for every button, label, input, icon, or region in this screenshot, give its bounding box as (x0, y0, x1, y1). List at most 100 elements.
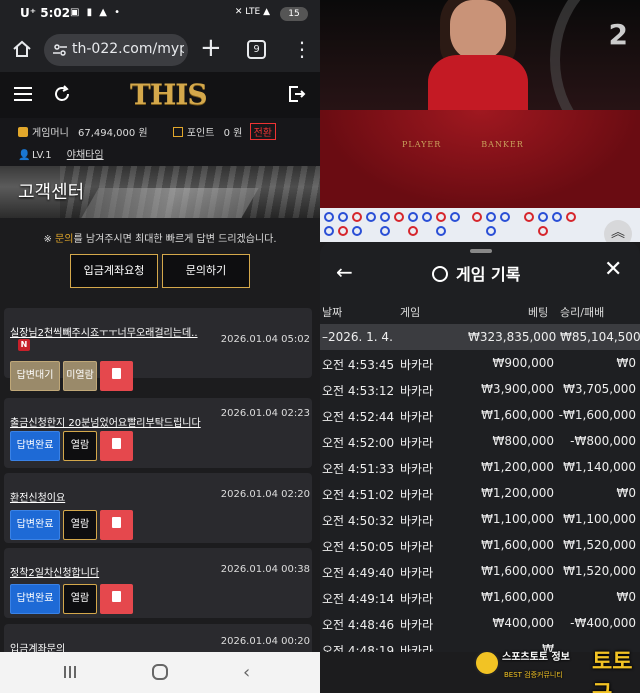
table-row[interactable]: 오전 4:49:14 바카라 ₩1,600,000 ₩0 (320, 584, 640, 610)
hamburger-menu-icon[interactable] (14, 86, 32, 102)
site-logo[interactable]: THIS (130, 78, 208, 111)
notice-section: ※ 문의를 남겨주시면 최대한 빠르게 답변 드리겠습니다. 입금계좌요청 문의… (0, 218, 320, 302)
new-tab-icon[interactable]: + (200, 34, 222, 62)
row-bet: ₩1,200,000 (481, 486, 554, 500)
address-bar[interactable]: th-022.com/mypa (44, 34, 188, 66)
status-badge: 답변완료 (10, 584, 60, 614)
home-button-icon[interactable] (152, 664, 168, 680)
road-dot (486, 212, 496, 222)
inquiry-date: 2026.01.04 02:20 (220, 489, 310, 500)
toto-watermark: 스포츠토토 정보 토토군 BEST 검증커뮤니티 (474, 648, 634, 693)
read-badge: 열람 (63, 510, 97, 540)
list-item[interactable]: 실장님2천씩빼주시죠ㅜㅜ너무오래걸리는데.. N 2026.01.04 05:0… (4, 308, 312, 391)
point-gift-icon (172, 127, 183, 137)
col-game: 게임 (400, 306, 421, 319)
table-row[interactable]: 오전 4:51:33 바카라 ₩1,200,000 ₩1,140,000 (320, 454, 640, 480)
road-dot (538, 212, 548, 222)
home-icon[interactable] (12, 39, 32, 59)
table-row[interactable]: 오전 4:53:12 바카라 ₩3,900,000 ₩3,705,000 (320, 376, 640, 402)
chevron-up-icon[interactable]: ︽ (604, 220, 632, 242)
level-row: 👤 LV.1 야채타임 (18, 146, 104, 161)
road-dot (324, 226, 334, 236)
sheet-drag-handle[interactable] (470, 249, 492, 253)
more-menu-icon[interactable]: ⋮ (292, 38, 312, 60)
site-settings-icon[interactable] (52, 42, 68, 58)
table-row[interactable]: 오전 4:49:40 바카라 ₩1,600,000 ₩1,520,000 (320, 558, 640, 584)
new-badge: N (18, 339, 30, 351)
delete-button[interactable] (100, 361, 133, 391)
back-arrow-icon[interactable]: ← (336, 260, 353, 284)
list-item[interactable]: 정착2일차신청합니다 2026.01.04 00:38 답변완료 열람 (4, 548, 312, 618)
road-dot (338, 212, 348, 222)
row-time: 오전 4:51:02 (322, 488, 395, 502)
game-money-icon (18, 127, 28, 137)
notice-text: ※ 문의를 남겨주시면 최대한 빠르게 답변 드리겠습니다. (43, 234, 277, 245)
road-dot (324, 212, 334, 222)
inquiry-subject[interactable]: 실장님2천씩빼주시죠ㅜㅜ너무오래걸리는데.. (10, 324, 198, 339)
browser-toolbar: th-022.com/mypa + 9 ⋮ (0, 28, 320, 72)
history-title: 게임 기록 (432, 261, 520, 285)
screenshot-stage: U⁺ 5:02 ▣ ▮ ▲ • ✕ LTE ▲ 15 th-022.com/my… (0, 0, 640, 693)
inquiry-subject[interactable]: 출금신청한지 20분넘었어요빨리부탁드립니다 (10, 414, 201, 429)
road-dot (394, 212, 404, 222)
inquiry-subject[interactable]: 환전신청이요 (10, 489, 65, 504)
page-title: 고객센터 (18, 182, 85, 203)
row-win-loss: ₩0 (616, 486, 637, 500)
tab-switcher-button[interactable]: 9 (247, 40, 266, 59)
watermark-line1: 스포츠토토 정보 (502, 652, 570, 663)
row-time: 오전 4:50:32 (322, 514, 395, 528)
table-row[interactable]: 오전 4:50:32 바카라 ₩1,100,000 ₩1,100,000 (320, 506, 640, 532)
table-row[interactable]: 오전 4:48:46 바카라 ₩400,000 -₩400,000 (320, 610, 640, 636)
row-win-loss: ₩3,705,000 (563, 382, 636, 396)
summary-win-loss: ₩85,104,500 (560, 330, 640, 344)
trash-icon (112, 368, 121, 379)
row-win-loss: -₩400,000 (570, 616, 636, 630)
game-history-sheet: ← 게임 기록 ✕ 날짜 게임 베팅 승리/패배 –2026. 1. 4. ₩3… (320, 242, 640, 693)
row-time: 오전 4:48:46 (322, 618, 395, 632)
convert-button[interactable]: 전환 (249, 123, 276, 140)
row-time: 오전 4:52:44 (322, 410, 395, 424)
delete-button[interactable] (100, 510, 133, 540)
table-row[interactable]: 오전 4:52:00 바카라 ₩800,000 -₩800,000 (320, 428, 640, 454)
watermark-brand: 토토군 (592, 650, 633, 693)
summary-bet: ₩323,835,000 (468, 330, 557, 344)
row-game: 바카라 (400, 540, 434, 554)
road-dot (352, 212, 362, 222)
game-money-label: 게임머니 (32, 128, 69, 139)
row-time: 오전 4:53:45 (322, 358, 395, 372)
back-icon[interactable]: ‹ (243, 662, 250, 683)
watermark-line2: BEST 검증커뮤니티 (504, 671, 563, 679)
recent-apps-icon[interactable] (62, 664, 78, 680)
date-summary-row[interactable]: –2026. 1. 4. ₩323,835,000 ₩85,104,500 (320, 324, 640, 350)
table-row[interactable]: 오전 4:50:05 바카라 ₩1,600,000 ₩1,520,000 (320, 532, 640, 558)
bead-road: ︽ (320, 208, 640, 242)
row-bet: ₩1,600,000 (481, 564, 554, 578)
road-dot (500, 212, 510, 222)
list-item[interactable]: 입금계좌문의 2026.01.04 00:20 (4, 624, 312, 652)
deposit-account-request-button[interactable]: 입금계좌요청 (70, 254, 158, 288)
row-time: 오전 4:49:14 (322, 592, 395, 606)
inquiry-subject[interactable]: 입금계좌문의 (10, 640, 65, 652)
point-label: 포인트 (186, 128, 215, 139)
user-nickname[interactable]: 야채타임 (67, 150, 104, 161)
signal-icons: ✕ LTE ▲ (234, 7, 270, 17)
list-item[interactable]: 환전신청이요 2026.01.04 02:20 답변완료 열람 (4, 473, 312, 543)
inquiry-button[interactable]: 문의하기 (162, 254, 250, 288)
trash-icon (112, 438, 121, 449)
table-row[interactable]: 오전 4:52:44 바카라 ₩1,600,000 -₩1,600,000 (320, 402, 640, 428)
row-win-loss: ₩1,520,000 (563, 538, 636, 552)
live-casino-video: PLAYER BANKER 2 (320, 0, 640, 208)
table-row[interactable]: 오전 4:51:02 바카라 ₩1,200,000 ₩0 (320, 480, 640, 506)
close-icon[interactable]: ✕ (604, 257, 622, 282)
table-row[interactable]: 오전 4:53:45 바카라 ₩900,000 ₩0 (320, 350, 640, 376)
inquiry-date: 2026.01.04 00:38 (220, 564, 310, 575)
logout-icon[interactable] (288, 85, 306, 103)
inquiry-date: 2026.01.04 00:20 (220, 636, 310, 647)
row-bet: ₩1,600,000 (481, 408, 554, 422)
delete-button[interactable] (100, 431, 133, 461)
refresh-icon[interactable] (52, 84, 72, 104)
inquiry-subject[interactable]: 정착2일차신청합니다 (10, 564, 99, 579)
road-dot (380, 226, 390, 236)
list-item[interactable]: 출금신청한지 20분넘었어요빨리부탁드립니다 2026.01.04 02:23 … (4, 398, 312, 468)
delete-button[interactable] (100, 584, 133, 614)
